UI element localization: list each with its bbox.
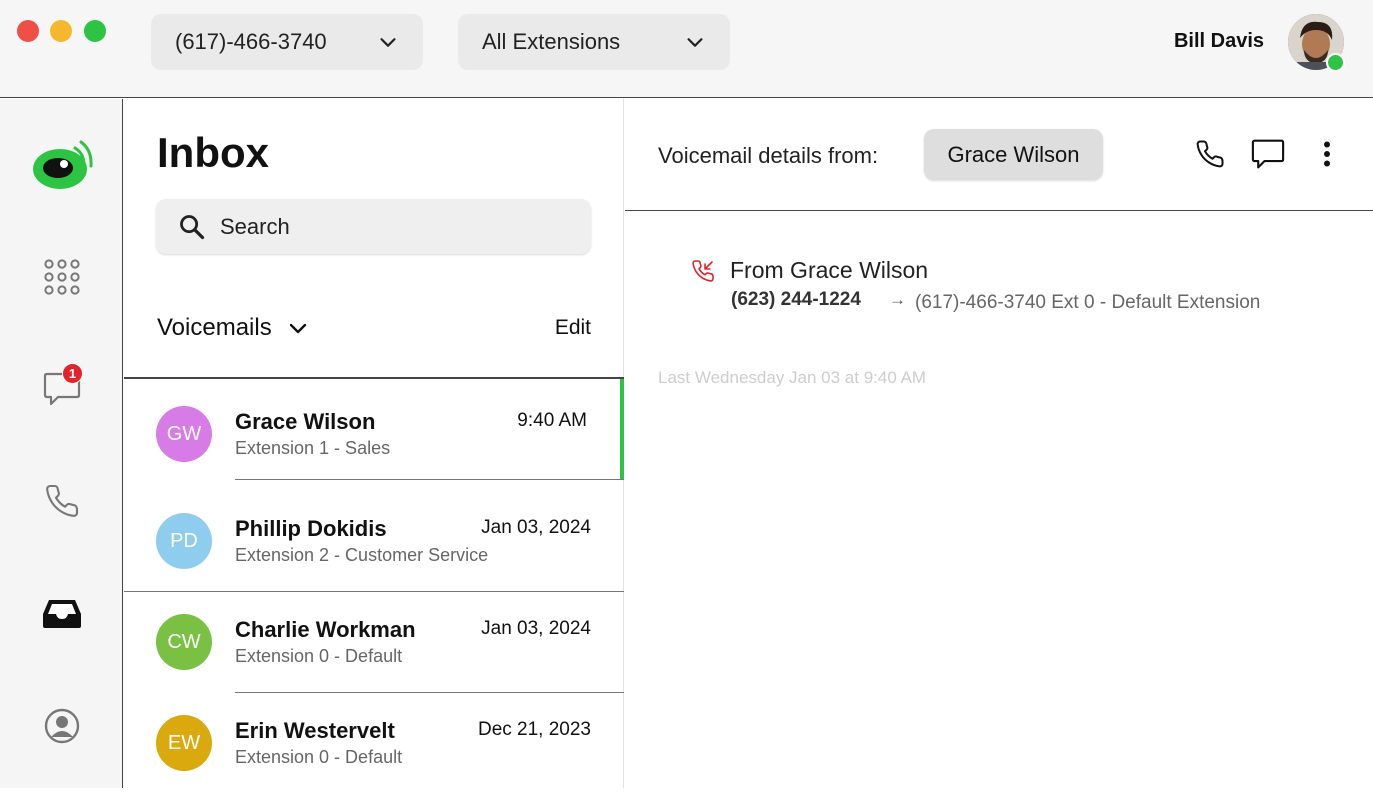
voicemail-list-item[interactable]: CW Charlie Workman Extension 0 - Default… [124, 592, 624, 693]
message-button[interactable] [1251, 137, 1285, 171]
voicemail-list-item[interactable]: EW Erin Westervelt Extension 0 - Default… [124, 693, 624, 794]
user-circle-icon [44, 708, 79, 744]
row-divider [235, 479, 624, 480]
voicemail-list-item[interactable]: PD Phillip Dokidis Extension 2 - Custome… [124, 491, 624, 592]
voicemail-list-item[interactable]: GW Grace Wilson Extension 1 - Sales 9:40… [124, 379, 624, 480]
nav-keypad[interactable] [0, 242, 123, 312]
user-name: Bill Davis [1173, 30, 1264, 52]
logo-icon [32, 140, 93, 189]
extension-label: Extension 0 - Default [235, 747, 403, 767]
page-title: Inbox [157, 129, 269, 176]
voicemail-timestamp: Last Wednesday Jan 03 at 9:40 AM [658, 368, 927, 387]
arrow-right-icon: → [889, 290, 906, 309]
chevron-down-icon [380, 38, 396, 47]
extension-label: Extension 2 - Customer Service [235, 545, 489, 565]
edit-button[interactable]: Edit [555, 316, 591, 340]
inbox-tray-icon [42, 600, 81, 628]
contact-avatar: PD [156, 513, 212, 569]
contact-avatar: CW [156, 614, 212, 670]
search-input[interactable] [220, 213, 580, 240]
extension-label: Extension 0 - Default [235, 646, 403, 666]
inbox-panel: Inbox Voicemails Edit GW Grace Wilson Ex… [124, 99, 624, 788]
contact-name: Erin Westervelt [235, 718, 395, 743]
nav-contacts[interactable] [0, 691, 123, 761]
extension-filter-dropdown[interactable]: All Extensions [458, 14, 730, 70]
voicemail-time: 9:40 AM [517, 410, 587, 431]
contact-chip[interactable]: Grace Wilson [924, 129, 1103, 180]
contact-name: Grace Wilson [235, 409, 376, 434]
nav-inbox[interactable] [0, 579, 123, 649]
missed-call-icon [692, 260, 714, 282]
app-logo[interactable] [0, 131, 123, 201]
detail-label: Voicemail details from: [658, 143, 879, 168]
section-dropdown-label[interactable]: Voicemails [157, 314, 272, 342]
contact-name: Charlie Workman [235, 617, 416, 642]
caller-number: (623) 244-1224 [731, 289, 861, 310]
minimize-window-button[interactable] [50, 20, 72, 42]
search-box[interactable] [156, 199, 591, 254]
maximize-window-button[interactable] [84, 20, 106, 42]
phone-icon [1196, 140, 1224, 168]
voicemail-detail-panel: Voicemail details from: Grace Wilson Fro… [625, 99, 1373, 788]
title-bar: (617)-466-3740 All Extensions Bill Davis [0, 0, 1373, 98]
detail-header: Voicemail details from: Grace Wilson [625, 99, 1373, 211]
call-button[interactable] [1193, 137, 1227, 171]
contact-name: Phillip Dokidis [235, 516, 387, 541]
chevron-down-icon [687, 38, 703, 47]
online-status-indicator [1326, 53, 1345, 72]
destination-extension: (617)-466-3740 Ext 0 - Default Extension [915, 292, 1261, 313]
close-window-button[interactable] [17, 20, 39, 42]
from-title: From Grace Wilson [730, 257, 929, 283]
voicemails-section-header: Voicemails Edit [157, 311, 591, 345]
unread-messages-badge: 1 [62, 363, 83, 384]
contact-avatar: EW [156, 715, 212, 771]
search-icon [180, 214, 205, 239]
chevron-down-icon[interactable] [286, 316, 310, 340]
extension-filter-value: All Extensions [482, 29, 621, 54]
phone-number-dropdown[interactable]: (617)-466-3740 [151, 14, 423, 70]
phone-number-value: (617)-466-3740 [175, 29, 327, 54]
extension-label: Extension 1 - Sales [235, 438, 391, 458]
phone-icon [45, 484, 78, 517]
more-vertical-icon [1324, 141, 1330, 167]
navigation-rail: 1 [0, 99, 123, 788]
nav-calls[interactable] [0, 466, 123, 536]
more-options-button[interactable] [1310, 137, 1344, 171]
voicemail-time: Jan 03, 2024 [481, 618, 591, 639]
voicemail-time: Jan 03, 2024 [481, 517, 591, 538]
chat-bubble-icon [1251, 139, 1285, 169]
contact-avatar: GW [156, 406, 212, 462]
keypad-icon [43, 259, 80, 295]
voicemail-time: Dec 21, 2023 [477, 719, 591, 740]
nav-messages[interactable] [0, 354, 123, 424]
